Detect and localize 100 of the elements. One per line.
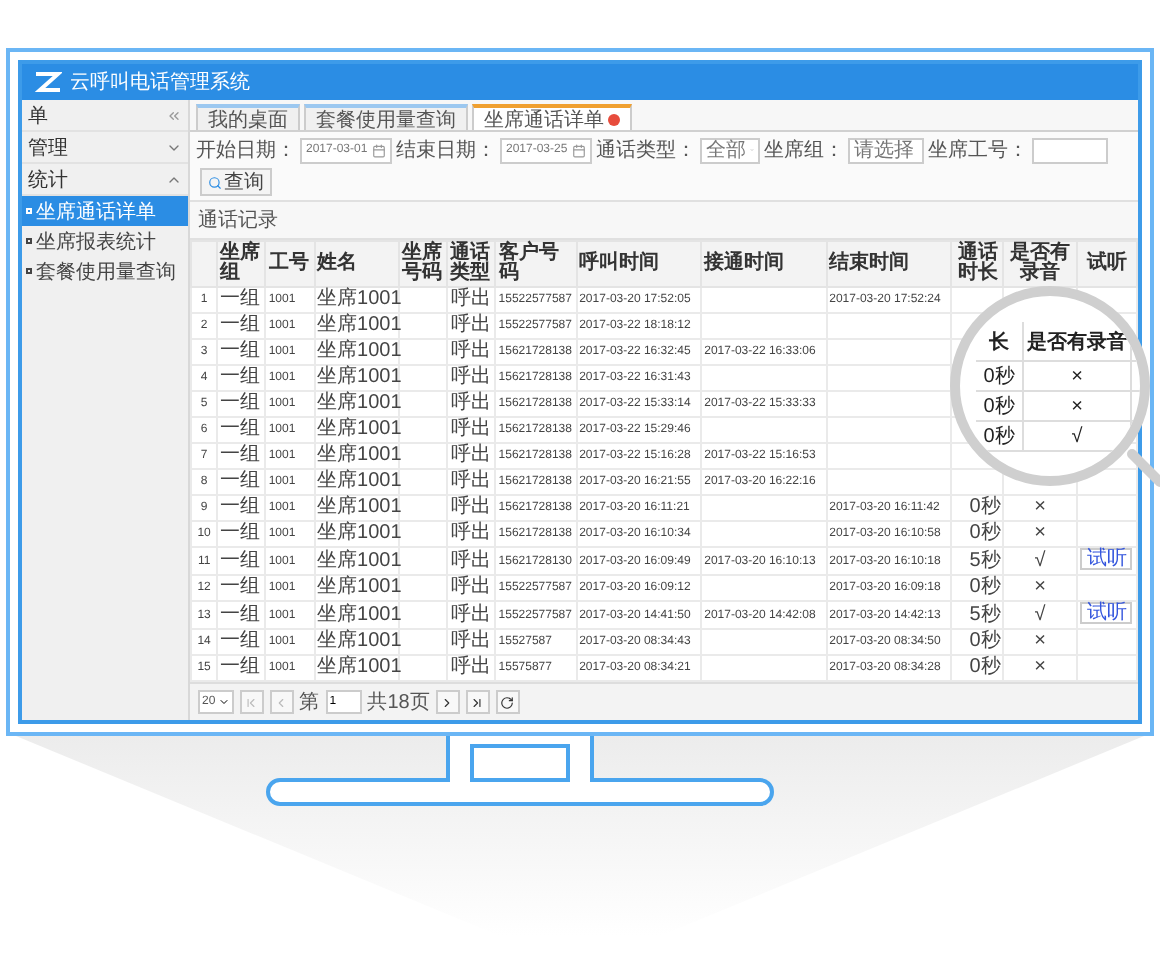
- table-cell: 坐席1001: [314, 575, 399, 601]
- tab[interactable]: 坐席通话详单: [472, 104, 632, 130]
- zoomed-cell: √: [1024, 422, 1132, 452]
- zoomed-cell: 0秒: [976, 392, 1024, 422]
- last-page-icon: [470, 695, 485, 709]
- table-cell: 坐席1001: [314, 417, 399, 443]
- table-cell: 呼出: [447, 575, 496, 601]
- table-cell: 呼出: [447, 443, 496, 469]
- column-header: 坐席组: [217, 241, 266, 287]
- tab[interactable]: 套餐使用量查询: [304, 104, 468, 130]
- page-total: 共18页: [367, 689, 430, 716]
- refresh-button[interactable]: [495, 690, 520, 714]
- column-header: 坐席号码: [398, 241, 448, 287]
- filter-label: 通话类型：: [596, 137, 696, 164]
- calendar-icon: [572, 143, 586, 157]
- table-cell: 5秒: [951, 601, 1004, 629]
- table-cell: 呼出: [447, 417, 496, 443]
- window-title: 云呼叫电话管理系统: [70, 69, 250, 96]
- table-cell: 一组: [217, 495, 266, 521]
- table-cell: 坐席1001: [314, 469, 399, 495]
- search-icon: [208, 175, 222, 189]
- zoomed-cell: 0秒: [976, 422, 1024, 452]
- tab[interactable]: 我的桌面: [196, 104, 300, 130]
- table-cell: 0秒: [951, 495, 1004, 521]
- sidebar-item[interactable]: 坐席通话详单: [22, 196, 188, 226]
- page-label: 第: [299, 690, 320, 716]
- table-cell: 呼出: [447, 547, 496, 575]
- table-cell: √: [1003, 547, 1077, 575]
- table-cell: 坐席1001: [314, 287, 399, 313]
- column-header: 试听: [1076, 241, 1137, 287]
- table-cell: 呼出: [447, 365, 496, 391]
- table-cell: 坐席1001: [314, 629, 399, 655]
- filter-label: 坐席工号：: [928, 137, 1028, 164]
- column-header: 是否有录音: [1003, 241, 1077, 287]
- collapse-icon[interactable]: [166, 107, 182, 123]
- table-cell: 呼出: [447, 601, 496, 629]
- table-cell: 一组: [217, 521, 266, 547]
- zoomed-cell: ×: [1024, 362, 1132, 392]
- table-cell: 呼出: [447, 521, 496, 547]
- column-header: 接通时间: [701, 241, 827, 287]
- table-cell: 一组: [217, 287, 266, 313]
- table-cell: 呼出: [447, 495, 496, 521]
- refresh-icon: [500, 695, 515, 709]
- table-cell: 一组: [217, 391, 266, 417]
- table-cell: 坐席1001: [314, 521, 399, 547]
- table-cell: ×: [1003, 629, 1077, 655]
- column-header: 通话类型: [447, 241, 496, 287]
- close-icon[interactable]: [608, 113, 620, 125]
- next-page-icon: [440, 695, 455, 709]
- column-header: 工号: [265, 241, 315, 287]
- column-header: 呼叫时间: [576, 241, 702, 287]
- table-cell: 坐席1001: [314, 365, 399, 391]
- zoomed-header: 长: [976, 322, 1024, 362]
- column-header: 姓名: [314, 241, 399, 287]
- table-cell: 呼出: [447, 339, 496, 365]
- table-cell: 一组: [217, 365, 266, 391]
- select-field[interactable]: 请选择: [848, 137, 924, 163]
- table-cell: 0秒: [951, 575, 1004, 601]
- filter-label: 坐席组：: [764, 137, 844, 164]
- table-cell: 呼出: [447, 469, 496, 495]
- table-cell: 5秒: [951, 547, 1004, 575]
- table-cell: 0秒: [951, 629, 1004, 655]
- table-cell: 一组: [217, 443, 266, 469]
- table-cell: 坐席1001: [314, 313, 399, 339]
- table-cell: 呼出: [447, 287, 496, 313]
- prev-page-icon: [274, 695, 289, 709]
- sidebar-title: 单: [28, 103, 48, 129]
- caret-icon: [217, 696, 230, 708]
- listen-button[interactable]: 试听: [1080, 602, 1133, 624]
- sidebar-item[interactable]: 套餐使用量查询: [22, 256, 188, 286]
- column-header: 通话时长: [951, 241, 1004, 287]
- listen-button[interactable]: 试听: [1080, 548, 1133, 570]
- calendar-icon: [372, 143, 386, 157]
- table-cell: 一组: [217, 601, 266, 629]
- table-cell: ×: [1003, 495, 1077, 521]
- section-title: 通话记录: [190, 202, 1138, 240]
- next-page-button[interactable]: [435, 690, 460, 714]
- table-cell: 呼出: [447, 313, 496, 339]
- column-header: 结束时间: [826, 241, 952, 287]
- input-field[interactable]: [1032, 137, 1108, 163]
- table-cell: √: [1003, 601, 1077, 629]
- column-header: 客户号码: [495, 241, 577, 287]
- first-page-icon: [244, 695, 259, 709]
- filter-label: 开始日期：: [196, 137, 296, 164]
- table-cell: 坐席1001: [314, 495, 399, 521]
- table-cell: 坐席1001: [314, 339, 399, 365]
- zoomed-cell: 0秒: [976, 362, 1024, 392]
- table-cell: ×: [1003, 575, 1077, 601]
- table-cell: 一组: [217, 313, 266, 339]
- logo-icon: [34, 71, 62, 93]
- filter-label: 结束日期：: [396, 137, 496, 164]
- table-cell: 一组: [217, 629, 266, 655]
- table-cell: 一组: [217, 339, 266, 365]
- select-field[interactable]: 全部: [700, 137, 760, 163]
- sidebar-group[interactable]: 管理: [22, 132, 188, 164]
- sidebar-item[interactable]: 坐席报表统计: [22, 226, 188, 256]
- table-cell: 坐席1001: [314, 443, 399, 469]
- search-button[interactable]: 查询: [200, 168, 272, 196]
- table-cell: 一组: [217, 469, 266, 495]
- last-page-button[interactable]: [465, 690, 490, 714]
